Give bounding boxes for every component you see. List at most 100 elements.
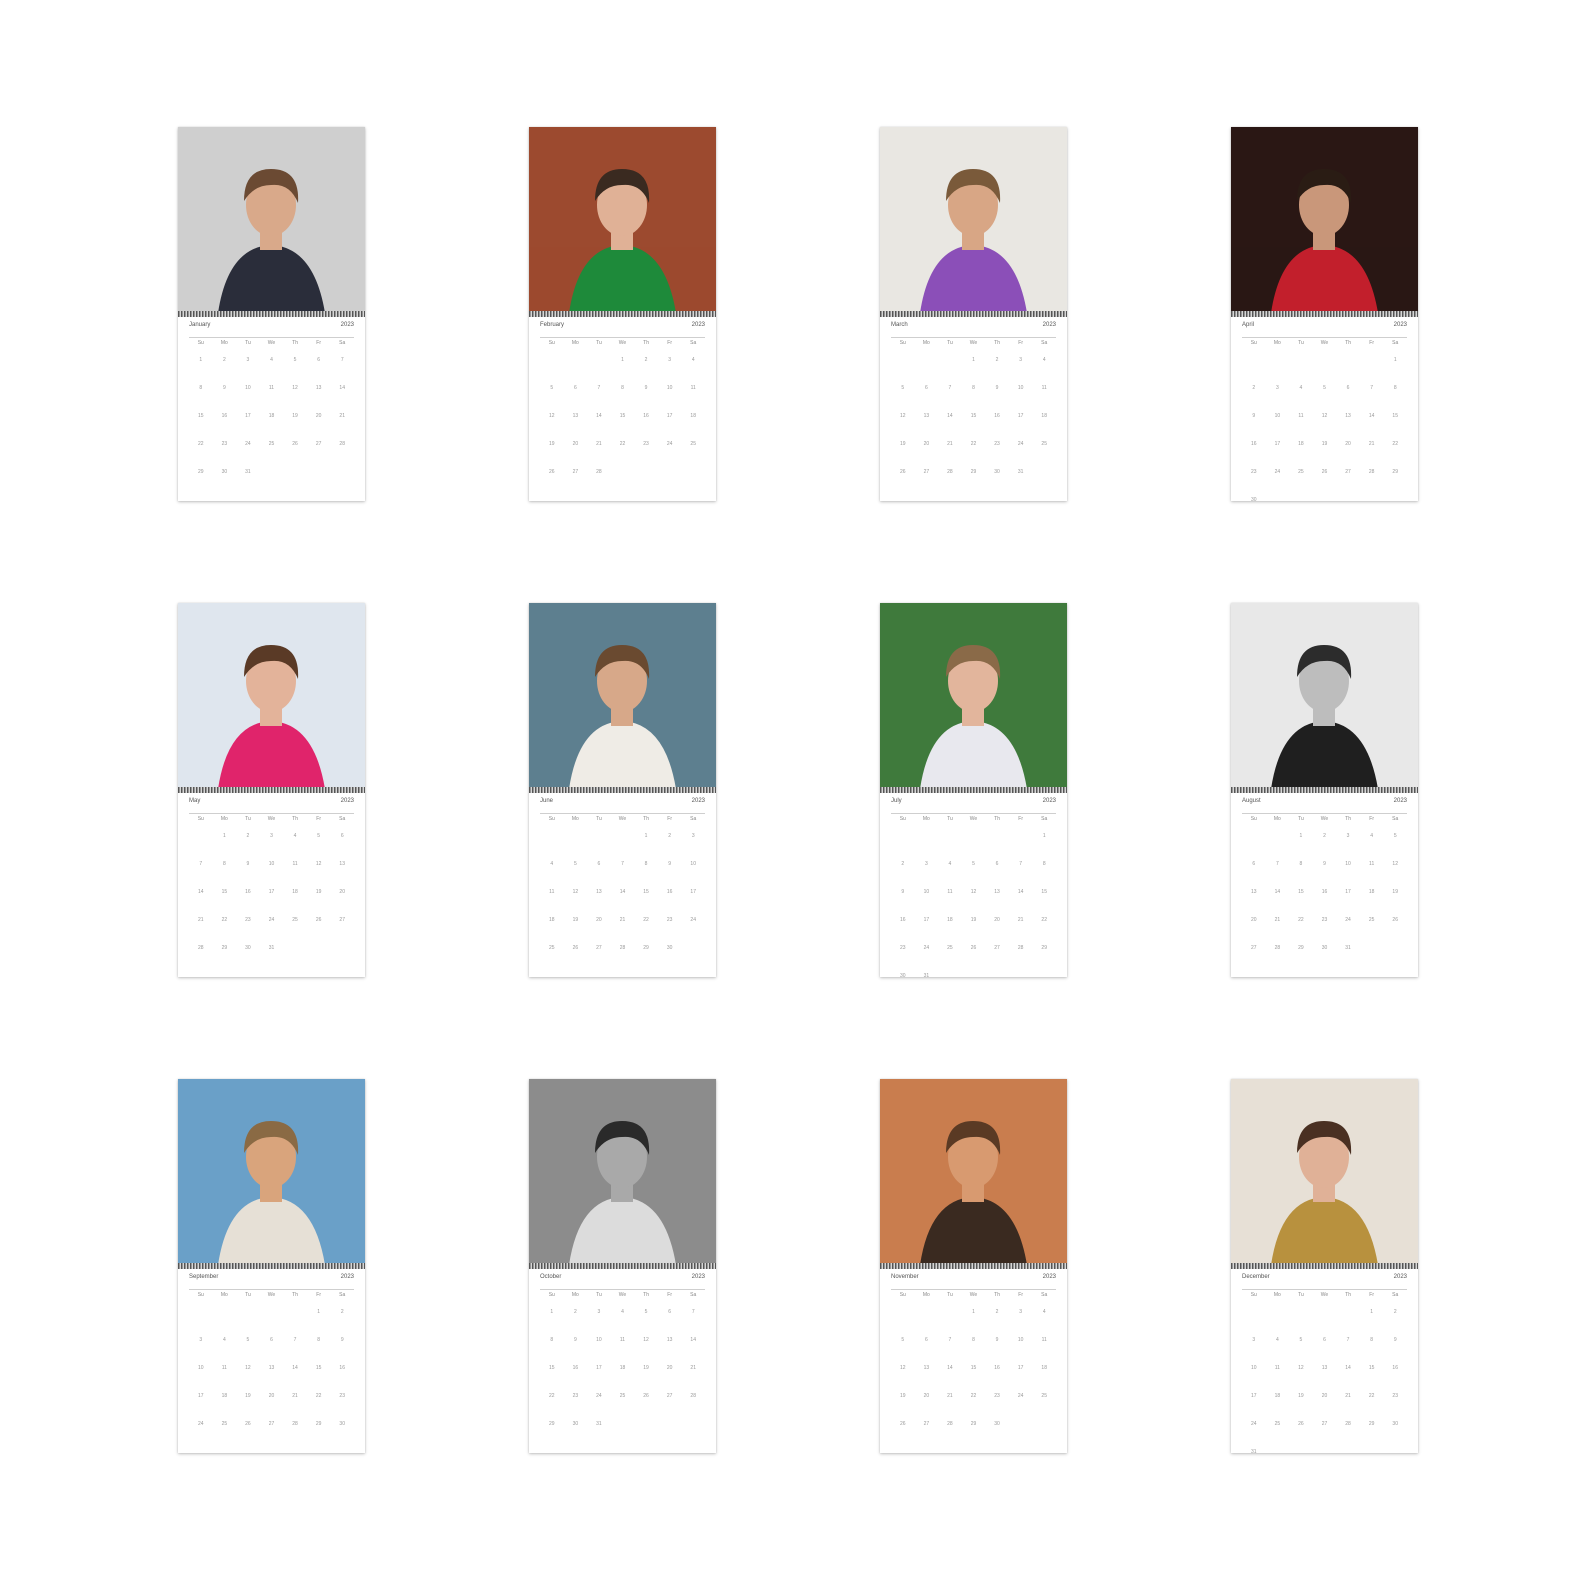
weekday-label: Tu bbox=[245, 816, 251, 822]
day-cell: 25 bbox=[221, 1421, 228, 1427]
day-cell: 15 bbox=[643, 889, 649, 895]
day-cell: 7 bbox=[340, 357, 344, 363]
empty-day-cell bbox=[1266, 357, 1290, 385]
weekday-label: We bbox=[1320, 816, 1329, 822]
day-cell: 6 bbox=[995, 861, 999, 867]
weekday-row: Su Mo Tu We Th Fr Sa bbox=[1242, 337, 1407, 346]
spiral-binding bbox=[880, 787, 1067, 793]
day-cell: 12 bbox=[1392, 861, 1398, 867]
year-label: 2023 bbox=[1042, 798, 1056, 804]
weekday-label: We bbox=[1320, 340, 1329, 346]
year-label: 2023 bbox=[340, 1274, 354, 1280]
day-cell: 28 bbox=[619, 945, 626, 951]
weekday-label: Su bbox=[899, 1292, 906, 1298]
day-cell: 5 bbox=[972, 861, 975, 867]
day-cell: 17 bbox=[596, 1365, 602, 1371]
day-cell: 6 bbox=[317, 357, 321, 363]
day-cell: 5 bbox=[550, 385, 554, 391]
day-cell: 21 bbox=[292, 1393, 298, 1399]
day-cell: 25 bbox=[268, 441, 275, 447]
empty-day-cell bbox=[611, 833, 635, 861]
day-cell: 1 bbox=[199, 357, 203, 363]
day-cell: 13 bbox=[994, 889, 1000, 895]
day-cell: 15 bbox=[970, 1365, 977, 1371]
day-cell: 2 bbox=[901, 861, 905, 867]
day-cell: 19 bbox=[572, 917, 579, 923]
calendar-header: July 2023 bbox=[891, 798, 1056, 805]
day-cell: 8 bbox=[1042, 861, 1046, 867]
month-calendar: January 2023 Su Mo Tu We Th Fr Sa 1 2 3 4 5 6 7 8 9 10 11 12… bbox=[178, 319, 365, 501]
empty-day-cell bbox=[915, 1309, 939, 1337]
day-cell: 28 bbox=[1274, 945, 1281, 951]
day-cell: 9 bbox=[644, 385, 648, 391]
day-cell: 7 bbox=[199, 861, 203, 867]
day-cell: 1 bbox=[1042, 833, 1046, 839]
day-cell: 5 bbox=[1393, 833, 1397, 839]
empty-day-cell bbox=[540, 833, 564, 861]
spiral-binding bbox=[178, 787, 365, 793]
day-cell: 24 bbox=[198, 1421, 204, 1427]
day-cell: 11 bbox=[1041, 1337, 1047, 1343]
day-grid: 1 2 3 4 5 6 7 8 9 10 11 12 13 14 15 16 17 18 19 20 21 22 23 24 2… bbox=[891, 1309, 1056, 1449]
day-cell: 10 bbox=[1017, 1337, 1024, 1343]
day-cell: 4 bbox=[1275, 1337, 1279, 1343]
month-name: December bbox=[1242, 1274, 1270, 1280]
day-cell: 23 bbox=[994, 1393, 1000, 1399]
day-cell: 21 bbox=[1345, 1393, 1351, 1399]
day-cell: 1 bbox=[317, 1309, 321, 1315]
day-cell: 28 bbox=[690, 1393, 696, 1399]
month-photo bbox=[178, 1079, 365, 1265]
weekday-row: Su Mo Tu We Th Fr Sa bbox=[540, 813, 705, 822]
day-cell: 7 bbox=[948, 1337, 952, 1343]
day-cell: 30 bbox=[1321, 945, 1328, 951]
day-cell: 30 bbox=[339, 1421, 345, 1427]
day-cell: 25 bbox=[1041, 1393, 1047, 1399]
weekday-label: We bbox=[267, 340, 276, 346]
day-cell: 26 bbox=[549, 469, 555, 475]
weekday-row: Su Mo Tu We Th Fr Sa bbox=[1242, 813, 1407, 822]
day-cell: 22 bbox=[1298, 917, 1304, 923]
day-cell: 10 bbox=[596, 1337, 602, 1343]
day-cell: 11 bbox=[947, 889, 953, 895]
weekday-label: Mo bbox=[571, 340, 579, 346]
day-cell: 13 bbox=[572, 413, 579, 419]
month-name: September bbox=[189, 1274, 219, 1280]
day-cell: 12 bbox=[245, 1365, 251, 1371]
month-photo bbox=[1231, 603, 1418, 789]
day-cell: 4 bbox=[293, 833, 297, 839]
day-cell: 7 bbox=[293, 1337, 297, 1343]
empty-day-cell bbox=[938, 357, 962, 385]
weekday-row: Su Mo Tu We Th Fr Sa bbox=[540, 337, 705, 346]
weekday-label: Sa bbox=[690, 1292, 697, 1298]
day-cell: 26 bbox=[292, 441, 298, 447]
day-cell: 18 bbox=[947, 917, 953, 923]
day-cell: 27 bbox=[315, 441, 322, 447]
month-calendar: August 2023 Su Mo Tu We Th Fr Sa 1 2 3 4 5 6 7 8 9 10 11 12 1… bbox=[1231, 795, 1418, 977]
day-cell: 14 bbox=[1345, 1365, 1351, 1371]
day-cell: 20 bbox=[923, 1393, 930, 1399]
empty-day-cell bbox=[891, 833, 915, 861]
empty-day-cell bbox=[891, 357, 915, 385]
calendar-header: November 2023 bbox=[891, 1274, 1056, 1281]
day-cell: 15 bbox=[315, 1365, 322, 1371]
month-calendar: July 2023 Su Mo Tu We Th Fr Sa 1 2 3 4 5 6 7 8 9 10 11 12 13 1… bbox=[880, 795, 1067, 979]
day-cell: 17 bbox=[245, 413, 251, 419]
day-cell: 9 bbox=[573, 1337, 577, 1343]
day-cell: 20 bbox=[1251, 917, 1257, 923]
weekday-label: We bbox=[618, 340, 627, 346]
day-cell: 5 bbox=[293, 357, 297, 363]
day-cell: 19 bbox=[900, 441, 906, 447]
day-cell: 17 bbox=[268, 889, 275, 895]
month-photo bbox=[1231, 1079, 1418, 1265]
weekday-row: Su Mo Tu We Th Fr Sa bbox=[891, 1289, 1056, 1298]
day-cell: 10 bbox=[690, 861, 696, 867]
day-cell: 2 bbox=[222, 357, 226, 363]
empty-day-cell bbox=[260, 1309, 284, 1337]
day-cell: 8 bbox=[1299, 861, 1303, 867]
weekday-label: Su bbox=[899, 816, 906, 822]
month-name: August bbox=[1242, 798, 1261, 804]
day-cell: 5 bbox=[246, 1337, 250, 1343]
day-cell: 26 bbox=[900, 1421, 906, 1427]
day-cell: 11 bbox=[221, 1365, 227, 1371]
weekday-row: Su Mo Tu We Th Fr Sa bbox=[189, 813, 354, 822]
